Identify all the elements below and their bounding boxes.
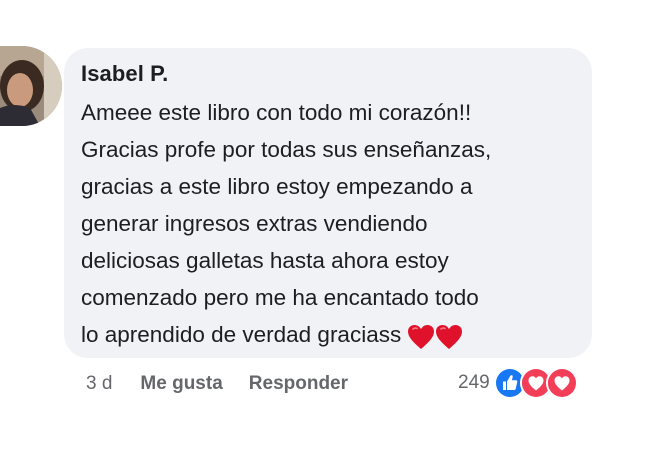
comment-text: Ameee este libro con todo mi corazón!! G…: [81, 94, 592, 355]
comment-screen: Isabel P. Ameee este libro con todo mi c…: [0, 0, 648, 465]
like-button[interactable]: Me gusta: [140, 373, 222, 395]
avatar[interactable]: [0, 46, 62, 126]
comment-bubble: Isabel P. Ameee este libro con todo mi c…: [64, 48, 592, 358]
red-heart-emoji-icon: [408, 324, 435, 349]
reply-button[interactable]: Responder: [249, 373, 348, 395]
comment-line: generar ingresos extras vendiendo: [81, 211, 428, 236]
reaction-count: 249: [458, 372, 490, 393]
comment-line: lo aprendido de verdad graciass: [81, 322, 402, 347]
comment-line: gracias a este libro estoy empezando a: [81, 174, 473, 199]
reactions-summary[interactable]: 249: [458, 367, 578, 399]
comment-line: Gracias profe por todas sus enseñanzas,: [81, 137, 492, 162]
comment-line: Ameee este libro con todo mi corazón!!: [81, 100, 472, 125]
heart-emojis: [407, 318, 463, 355]
comment-line: deliciosas galletas hasta ahora estoy: [81, 248, 449, 273]
comment-actions: 3 d Me gusta Responder: [86, 370, 348, 398]
love-reaction-icon: [545, 367, 578, 399]
comment-author[interactable]: Isabel P.: [81, 60, 592, 88]
comment-last-line: lo aprendido de verdad graciass: [81, 316, 592, 355]
red-heart-emoji-icon: [436, 324, 463, 349]
avatar-photo: [0, 46, 62, 126]
comment-line: comenzado pero me ha encantado todo: [81, 285, 479, 310]
comment-timestamp[interactable]: 3 d: [86, 373, 112, 395]
